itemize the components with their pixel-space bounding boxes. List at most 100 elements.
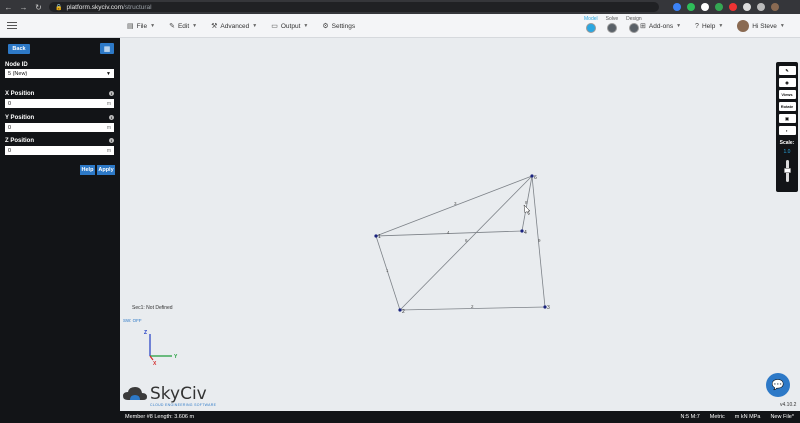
url-host: platform.skyciv.com bbox=[66, 3, 124, 11]
extension-icon[interactable] bbox=[729, 3, 737, 11]
puzzle-icon[interactable] bbox=[743, 3, 751, 11]
hamburger-menu-icon[interactable] bbox=[0, 14, 24, 38]
member-label: 6 bbox=[465, 238, 468, 243]
node-id-select[interactable]: 5 (New) ▼ bbox=[5, 69, 114, 78]
menu-addons[interactable]: ⊞ Add-ons ▼ bbox=[640, 22, 682, 31]
avatar bbox=[737, 20, 750, 32]
mode-model-label: Model bbox=[584, 16, 598, 22]
unit-set[interactable]: m kN MPa bbox=[735, 414, 761, 420]
chevron-down-icon: ▼ bbox=[718, 23, 724, 29]
unit-label: m bbox=[106, 147, 111, 154]
member-line[interactable] bbox=[399, 175, 533, 311]
menu-advanced[interactable]: ⚒ Advanced ▼ bbox=[211, 22, 258, 31]
node-label: 1 bbox=[378, 234, 381, 240]
menu-help[interactable]: ? Help ▼ bbox=[695, 23, 723, 30]
scale-slider[interactable] bbox=[783, 160, 791, 182]
eye-icon[interactable]: ◉ bbox=[778, 78, 796, 87]
menu-output[interactable]: ▭ Output ▼ bbox=[271, 22, 309, 31]
member-label: 9 bbox=[538, 238, 541, 243]
info-icon[interactable]: i bbox=[109, 138, 114, 143]
z-position-label: Z Position bbox=[5, 138, 34, 144]
logo-brand: SkyCiv bbox=[150, 384, 207, 404]
mode-model[interactable]: Model bbox=[584, 16, 598, 33]
menu-edit[interactable]: ✎ Edit ▼ bbox=[169, 22, 197, 31]
monitor-icon: ▭ bbox=[271, 23, 278, 30]
back-button[interactable]: Back bbox=[8, 44, 30, 54]
slider-thumb[interactable] bbox=[783, 168, 791, 173]
rotate-button[interactable]: Rotate bbox=[778, 102, 796, 111]
browser-toolbar: ← → ↻ 🔒 platform.skyciv.com/structural bbox=[0, 0, 800, 14]
right-menu: ⊞ Add-ons ▼ ? Help ▼ Hi Steve ▼ bbox=[640, 14, 785, 38]
member-line[interactable] bbox=[375, 235, 401, 311]
gear-icon: ⚙ bbox=[322, 23, 329, 30]
views-button[interactable]: Views bbox=[778, 90, 796, 99]
axes-gizmo bbox=[149, 334, 172, 361]
extension-icon[interactable] bbox=[701, 3, 709, 11]
camera-icon[interactable]: ▣ bbox=[778, 114, 796, 123]
unit-label: m bbox=[106, 100, 111, 107]
node-label: 4 bbox=[524, 230, 527, 236]
node-label: 6 bbox=[534, 175, 537, 181]
menu-settings[interactable]: ⚙ Settings bbox=[322, 22, 356, 31]
y-position-input[interactable]: 0m bbox=[5, 123, 114, 132]
self-weight-status[interactable]: SW: OFF bbox=[123, 318, 142, 323]
solve-mode-icon bbox=[606, 23, 617, 33]
x-position-input[interactable]: 0m bbox=[5, 99, 114, 108]
help-icon: ? bbox=[695, 22, 699, 30]
member-line[interactable] bbox=[375, 175, 533, 237]
lock-icon: 🔒 bbox=[55, 4, 63, 11]
profile-icon[interactable] bbox=[771, 3, 779, 11]
pencil-icon[interactable]: ✎ bbox=[778, 66, 796, 75]
unit-system[interactable]: Metric bbox=[710, 414, 725, 420]
address-bar[interactable]: 🔒 platform.skyciv.com/structural bbox=[49, 2, 659, 12]
mode-solve[interactable]: Solve bbox=[606, 16, 618, 33]
design-mode-icon bbox=[628, 23, 639, 33]
unit-label: m bbox=[106, 124, 111, 131]
scale-label: Scale: bbox=[779, 140, 795, 146]
forward-arrow-icon[interactable]: → bbox=[19, 3, 28, 12]
z-position-input[interactable]: 0m bbox=[5, 146, 114, 155]
cloud-logo-icon bbox=[123, 387, 147, 400]
table-icon: ▦ bbox=[103, 45, 111, 53]
menu-edit-label: Edit bbox=[177, 22, 190, 30]
palette-icon[interactable]: ◐ bbox=[778, 126, 796, 135]
model-counts: N:5 M:7 bbox=[680, 414, 700, 420]
extension-icon[interactable] bbox=[673, 3, 681, 11]
axis-y-label: Y bbox=[174, 354, 178, 360]
chevron-down-icon: ▼ bbox=[150, 23, 156, 29]
y-position-value: 0 bbox=[8, 124, 12, 131]
node-id-value: 5 (New) bbox=[8, 70, 28, 77]
axis-z-label: Z bbox=[144, 330, 147, 336]
info-icon[interactable]: i bbox=[109, 115, 114, 120]
status-bar: Member #8 Length: 3.606 m N:5 M:7 Metric… bbox=[120, 411, 800, 423]
node-id-label: Node ID bbox=[5, 62, 28, 68]
reload-icon[interactable]: ↻ bbox=[34, 3, 43, 12]
chevron-down-icon: ▼ bbox=[106, 70, 111, 77]
chevron-down-icon: ▼ bbox=[252, 23, 258, 29]
menu-settings-label: Settings bbox=[331, 22, 356, 30]
chevron-down-icon: ▼ bbox=[303, 23, 309, 29]
apply-button[interactable]: Apply bbox=[97, 165, 115, 175]
logo-tagline: CLOUD ENGINEERING SOFTWARE bbox=[150, 403, 217, 407]
info-icon[interactable]: i bbox=[109, 91, 114, 96]
chevron-down-icon: ▼ bbox=[676, 23, 682, 29]
chat-button[interactable]: 💬 bbox=[766, 373, 790, 397]
extension-icon[interactable] bbox=[687, 3, 695, 11]
back-arrow-icon[interactable]: ← bbox=[4, 3, 13, 12]
extension-icon[interactable] bbox=[757, 3, 765, 11]
x-position-label: X Position bbox=[5, 91, 35, 97]
model-canvas[interactable]: 1 2 3 4 6 1 2 3 4 6 8 9 Z Y X bbox=[120, 38, 800, 411]
menu-addons-label: Add-ons bbox=[648, 22, 674, 30]
y-position-label: Y Position bbox=[5, 115, 35, 121]
extension-icon[interactable] bbox=[715, 3, 723, 11]
menu-output-label: Output bbox=[280, 22, 301, 30]
member-label: 1 bbox=[386, 268, 389, 273]
structure-view: 1 2 3 4 6 1 2 3 4 6 8 9 Z Y X bbox=[144, 174, 550, 367]
table-view-button[interactable]: ▦ bbox=[100, 43, 114, 54]
app-header: ▤ File ▼ ✎ Edit ▼ ⚒ Advanced ▼ ▭ Output ▼ ⚙ Setti… bbox=[0, 14, 800, 38]
help-button[interactable]: Help bbox=[80, 165, 95, 175]
chevron-down-icon: ▼ bbox=[779, 23, 785, 29]
main-menu: ▤ File ▼ ✎ Edit ▼ ⚒ Advanced ▼ ▭ Output ▼ ⚙ Setti… bbox=[127, 14, 355, 38]
user-menu[interactable]: Hi Steve ▼ bbox=[737, 20, 785, 32]
menu-file[interactable]: ▤ File ▼ bbox=[127, 22, 156, 31]
